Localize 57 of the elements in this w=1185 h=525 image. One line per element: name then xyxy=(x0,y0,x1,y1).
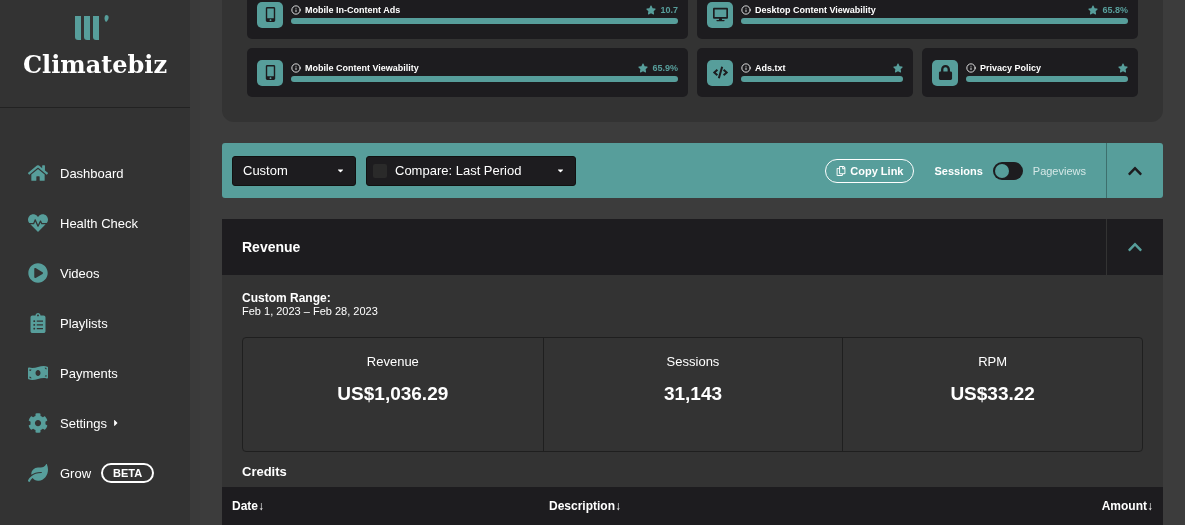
nav-item[interactable]: Settings xyxy=(28,398,190,448)
heartbeat-icon xyxy=(28,213,48,233)
card-value: 65.8% xyxy=(1102,5,1128,15)
card-value: 65.9% xyxy=(652,63,678,73)
card-title: Ads.txt xyxy=(755,63,786,73)
code-icon xyxy=(707,59,733,86)
nav-item[interactable]: Playlists xyxy=(28,298,190,348)
range-label: Custom Range: xyxy=(242,291,332,305)
info-icon[interactable] xyxy=(291,5,301,15)
caret-icon xyxy=(336,166,345,175)
column-header[interactable]: Date↓ xyxy=(232,499,549,513)
date-range: Feb 1, 2023 – Feb 28, 2023 xyxy=(242,305,379,317)
card-title: Mobile Content Viewability xyxy=(305,63,419,73)
star-icon xyxy=(1118,63,1128,73)
nav-item[interactable]: Health Check xyxy=(28,198,190,248)
brand-name: Climatebiz xyxy=(22,50,168,79)
star-icon xyxy=(646,5,657,15)
section-title: Credits xyxy=(242,464,288,479)
settings-icon xyxy=(28,413,48,433)
star-icon xyxy=(638,63,649,73)
panel-title: Revenue xyxy=(242,239,301,255)
toggle-label: Pageviews xyxy=(1032,164,1086,177)
info-icon[interactable] xyxy=(741,63,751,73)
padlock-icon xyxy=(932,59,958,86)
compare-dropdown[interactable]: Compare: Last Period xyxy=(366,155,576,186)
play-icon xyxy=(28,263,48,283)
card-value: 10.7 xyxy=(660,5,678,15)
stat-label: RPM xyxy=(978,354,1008,369)
card-title: Privacy Policy xyxy=(980,63,1042,73)
stat-label: Sessions xyxy=(666,354,720,369)
card-title: Mobile In-Content Ads xyxy=(305,5,401,15)
nav-item[interactable]: Dashboard xyxy=(28,148,190,198)
stat-value: US$33.22 xyxy=(950,383,1035,405)
stat-value: US$1,036.29 xyxy=(337,383,449,405)
star-icon xyxy=(893,63,903,73)
star-icon xyxy=(1088,5,1099,15)
range-dropdown[interactable]: Custom xyxy=(232,155,356,186)
card-title: Desktop Content Viewability xyxy=(755,5,876,15)
stat-label: Revenue xyxy=(366,354,419,369)
checklist-icon xyxy=(28,313,48,333)
info-icon[interactable] xyxy=(741,5,751,15)
nav-item[interactable]: Payments xyxy=(28,348,190,398)
info-icon[interactable] xyxy=(966,63,976,73)
copy-icon xyxy=(836,165,847,176)
metric-toggle[interactable] xyxy=(992,161,1023,180)
phone-icon xyxy=(257,59,283,86)
nav-item[interactable]: Videos xyxy=(28,248,190,298)
beta-badge: BETA xyxy=(101,463,155,483)
caret-icon xyxy=(556,166,565,175)
column-header[interactable]: Amount↓ xyxy=(1101,499,1153,513)
info-icon[interactable] xyxy=(291,63,301,73)
toggle-label: Sessions xyxy=(934,164,983,177)
home-icon xyxy=(28,163,48,183)
nav-item[interactable]: Grow BETA xyxy=(28,448,190,498)
stat-value: 31,143 xyxy=(663,383,723,405)
leaf-icon xyxy=(28,463,48,483)
column-header[interactable]: Description↓ xyxy=(549,499,1102,513)
